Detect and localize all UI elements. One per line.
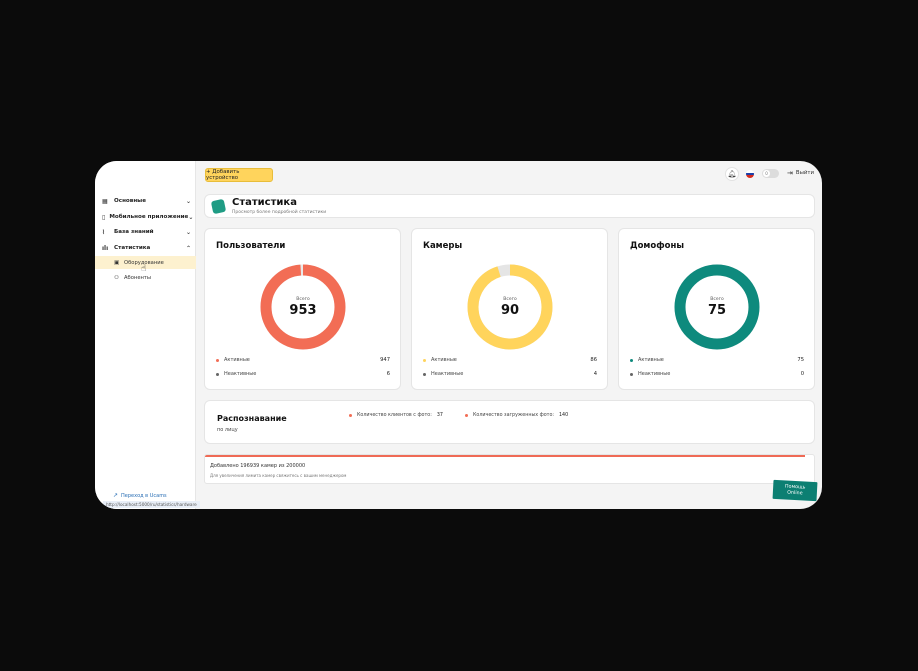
stat-dot xyxy=(465,414,468,417)
cameras-stat-card: Камеры Всего 90 Активные 86 Неактивные 4 xyxy=(411,228,608,390)
hand-cursor-icon: ☝ xyxy=(141,264,147,274)
legend-value: 75 xyxy=(797,357,804,363)
legend-label: Неактивные xyxy=(638,371,671,377)
share-arrow-icon: ↗ xyxy=(113,492,119,499)
camera-limit-progress-bar xyxy=(205,455,805,457)
sidebar-item-label: Мобильное приложение xyxy=(109,214,189,220)
paperclip-icon: ⌇ xyxy=(102,228,105,236)
phone-icon: ▯ xyxy=(102,213,106,221)
legend-dot xyxy=(630,372,633,376)
stat-value: 37 xyxy=(436,413,443,418)
legend-label: Активные xyxy=(224,357,250,363)
bar-chart-icon: ılı xyxy=(102,244,109,252)
recognition-title: Распознавание xyxy=(217,414,287,423)
legend-value: 0 xyxy=(800,371,804,377)
recognition-card: Распознавание по лицу Количество клиенто… xyxy=(204,400,815,444)
toggle-knob: 0 xyxy=(763,170,770,177)
users-icon: ⚇ xyxy=(114,274,119,281)
logout-label: Выйти xyxy=(795,170,814,176)
sidebar: ▦ Основные ⌄ ▯ Мобильное приложение ⌄ ⌇ … xyxy=(95,161,200,509)
legend-value: 4 xyxy=(593,371,597,377)
total-label: Всего xyxy=(503,296,517,302)
page-title: Статистика xyxy=(232,197,297,208)
total-value: 75 xyxy=(707,302,727,318)
help-online-button[interactable]: Помощь Online xyxy=(772,479,818,502)
legend-label: Активные xyxy=(431,357,457,363)
stat-value: 140 xyxy=(559,413,569,418)
russian-flag-icon[interactable] xyxy=(746,170,754,178)
logout-icon: ⇥ xyxy=(787,169,793,177)
legend-dot xyxy=(216,372,219,376)
intercoms-stat-card: Домофоны Всего 75 Активные 75 Неактивные… xyxy=(618,228,815,390)
logout-button[interactable]: ⇥ Выйти xyxy=(787,169,814,177)
bell-icon[interactable]: 🔔︎ xyxy=(725,167,739,181)
legend-label: Активные xyxy=(638,357,664,363)
stat-title: Домофоны xyxy=(630,241,685,251)
theme-toggle[interactable]: 0 xyxy=(762,169,779,178)
legend-value: 947 xyxy=(380,357,390,363)
camera-limit-text: Добавлено 196939 камер из 200000 xyxy=(210,463,306,469)
legend-active: Активные 947 xyxy=(216,356,390,364)
donut-center: Всего 75 xyxy=(672,262,762,352)
legend-dot xyxy=(423,372,426,376)
chevron-up-icon: ⌃ xyxy=(185,244,192,252)
legend-label: Неактивные xyxy=(431,371,464,377)
sidebar-subitem-label: Абоненты xyxy=(124,274,152,281)
statistics-logo-icon xyxy=(210,198,227,215)
legend-value: 6 xyxy=(386,371,390,377)
recognition-subtitle: по лицу xyxy=(217,427,238,433)
stat-label: Количество загруженных фото: xyxy=(473,413,554,418)
legend-active: Активные 86 xyxy=(423,356,597,364)
camera-limit-note: Для увеличения лимита камер свяжитесь с … xyxy=(210,473,347,478)
sidebar-item-label: База знаний xyxy=(114,229,154,235)
legend-dot xyxy=(216,358,219,362)
total-value: 90 xyxy=(500,302,520,318)
device-icon: ▣ xyxy=(114,259,120,266)
sidebar-item-statistics[interactable]: ılı Статистика ⌃ xyxy=(95,241,196,255)
chevron-down-icon: ⌄ xyxy=(188,213,194,221)
legend-inactive: Неактивные 0 xyxy=(630,370,804,378)
donut-center: Всего 90 xyxy=(465,262,555,352)
grid-icon: ▦ xyxy=(102,197,108,205)
legend-inactive: Неактивные 4 xyxy=(423,370,597,378)
ucams-link[interactable]: ↗ Переход в Ucams xyxy=(113,492,167,499)
total-label: Всего xyxy=(710,296,724,302)
legend-active: Активные 75 xyxy=(630,356,804,364)
legend-dot xyxy=(423,358,426,362)
total-value: 953 xyxy=(289,302,317,318)
total-label: Всего xyxy=(296,296,310,302)
legend-label: Неактивные xyxy=(224,371,257,377)
sidebar-item-knowledge-base[interactable]: ⌇ База знаний ⌄ xyxy=(95,225,196,239)
add-device-button[interactable]: + Добавить устройство xyxy=(205,168,273,182)
uploaded-photos-stat: Количество загруженных фото: 140 xyxy=(465,413,568,418)
chevron-down-icon: ⌄ xyxy=(185,228,192,236)
donut-center: Всего 953 xyxy=(258,262,348,352)
legend-inactive: Неактивные 6 xyxy=(216,370,390,378)
stat-title: Камеры xyxy=(423,241,463,251)
help-status: Online xyxy=(786,490,803,496)
stat-title: Пользователи xyxy=(216,241,286,251)
status-url: http://localhost:5000/ru/statistics/hard… xyxy=(103,501,200,508)
page-header: Статистика Просмотр более подробной стат… xyxy=(204,194,815,218)
sidebar-item-main[interactable]: ▦ Основные ⌄ xyxy=(95,194,196,208)
app-window: ▦ Основные ⌄ ▯ Мобильное приложение ⌄ ⌇ … xyxy=(95,161,822,509)
chevron-down-icon: ⌄ xyxy=(185,197,192,205)
users-stat-card: Пользователи Всего 953 Активные 947 Неак… xyxy=(204,228,401,390)
page-subtitle: Просмотр более подробной статистики xyxy=(232,210,327,215)
legend-value: 86 xyxy=(590,357,597,363)
legend-dot xyxy=(630,358,633,362)
stat-dot xyxy=(349,414,352,417)
sidebar-item-label: Основные xyxy=(114,198,147,204)
stat-label: Количество клиентов с фото: xyxy=(357,413,432,418)
ucams-link-label: Переход в Ucams xyxy=(121,492,167,499)
sidebar-item-mobile-app[interactable]: ▯ Мобильное приложение ⌄ xyxy=(95,210,196,224)
clients-with-photo-stat: Количество клиентов с фото: 37 xyxy=(349,413,443,418)
sidebar-item-label: Статистика xyxy=(114,245,151,251)
camera-limit-card: Добавлено 196939 камер из 200000 Для уве… xyxy=(204,454,815,484)
